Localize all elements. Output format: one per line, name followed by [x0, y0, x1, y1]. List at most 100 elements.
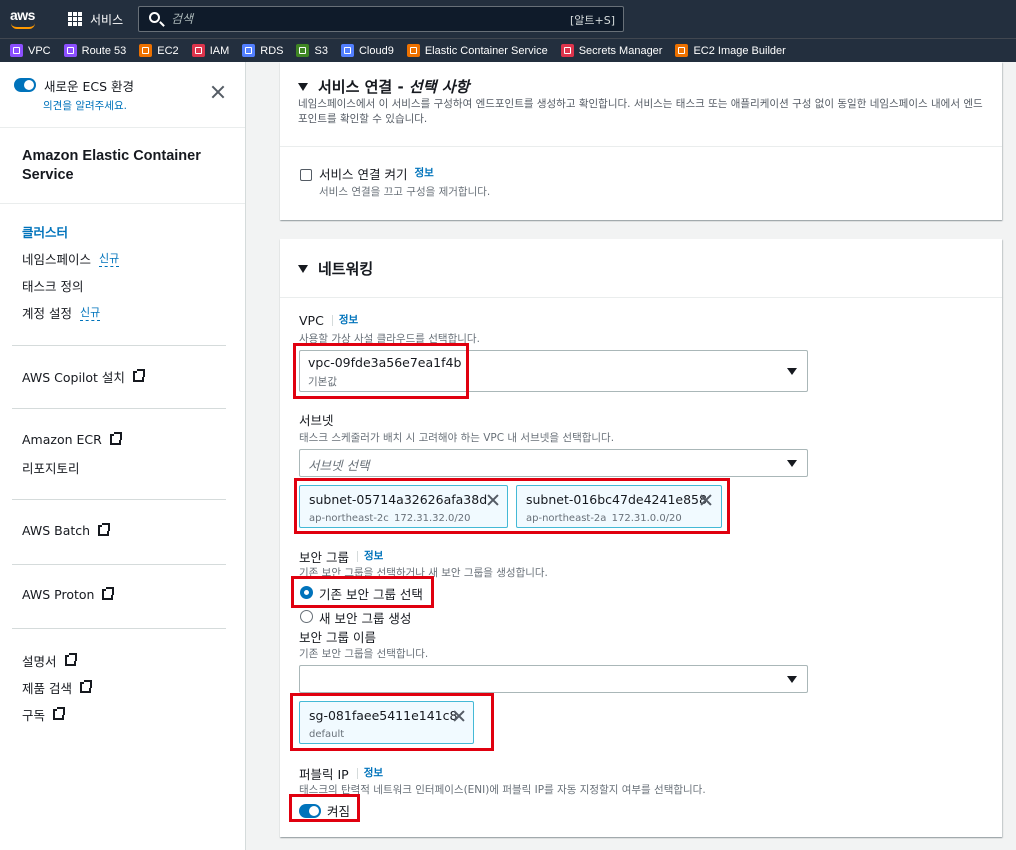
favorite-ecs[interactable]: Elastic Container Service	[406, 44, 548, 57]
new-security-group-label: 새 보안 그룹 생성	[319, 611, 412, 626]
favorite-vpc[interactable]: VPC	[10, 44, 51, 57]
aws-smile-icon	[11, 23, 35, 29]
panel-separator	[280, 146, 1002, 147]
external-link-icon	[64, 653, 77, 666]
sidebar-separator	[12, 408, 226, 409]
highlight-box	[293, 343, 469, 399]
sidebar-item-account-settings[interactable]: 계정 설정 신규	[22, 303, 101, 322]
search-box[interactable]: [알트+S]	[138, 6, 624, 32]
subnet-select[interactable]: 서브넷 선택	[299, 449, 808, 477]
favorite-route53[interactable]: Route 53	[63, 44, 126, 57]
service-connect-checkbox-desc: 서비스 연결을 끄고 구성을 제거합니다.	[319, 186, 491, 198]
info-link[interactable]: 정보	[356, 551, 383, 562]
external-link-icon	[109, 432, 122, 445]
new-badge: 신규	[99, 252, 120, 267]
public-ip-description: 태스크의 탄력적 네트워크 인터페이스(ENI)에 퍼블릭 IP를 자동 지정할…	[299, 784, 706, 796]
favorite-cloud9[interactable]: Cloud9	[340, 44, 394, 57]
new-badge: 신규	[79, 306, 101, 321]
services-label: 서비스	[90, 12, 124, 27]
security-group-select[interactable]	[299, 665, 808, 693]
sidebar-separator	[12, 499, 226, 500]
public-ip-label: 퍼블릭 IP 정보	[299, 767, 384, 782]
sidebar-separator	[12, 345, 226, 346]
highlight-box	[290, 693, 494, 751]
service-connect-checkbox-label: 서비스 연결 켜기 정보	[319, 167, 434, 182]
expand-caret-icon	[298, 264, 308, 273]
sidebar-separator	[12, 628, 226, 629]
sidebar-divider	[0, 127, 245, 128]
service-connect-checkbox[interactable]	[300, 169, 312, 181]
vpc-label: VPC 정보	[299, 313, 359, 328]
new-ecs-toggle[interactable]	[14, 78, 36, 92]
favorites-bar: VPC Route 53 EC2 IAM RDS S3 Cloud9 Elast…	[0, 38, 1016, 62]
search-icon	[149, 12, 160, 23]
chevron-down-icon	[787, 368, 797, 375]
security-group-name-description: 기존 보안 그룹을 선택합니다.	[299, 648, 429, 660]
grid-icon	[68, 12, 82, 26]
secrets-manager-icon	[560, 44, 574, 57]
subnet-label: 서브넷	[299, 413, 334, 428]
sidebar-separator	[12, 564, 226, 565]
favorite-secrets-manager[interactable]: Secrets Manager	[560, 44, 662, 57]
sidebar-divider	[0, 203, 245, 204]
highlight-box	[291, 576, 434, 608]
ec2-image-builder-icon	[675, 44, 689, 57]
ecs-icon	[406, 44, 420, 57]
ec2-icon	[139, 44, 153, 57]
route53-icon	[63, 44, 77, 57]
security-group-name-label: 보안 그룹 이름	[299, 630, 376, 645]
service-connect-header[interactable]: 서비스 연결 - 선택 사항	[298, 76, 469, 97]
sidebar-link-documentation[interactable]: 설명서	[22, 651, 77, 670]
cloud9-icon	[340, 44, 354, 57]
external-link-icon	[132, 369, 145, 382]
external-link-icon	[79, 680, 92, 693]
sidebar-item-task-definitions[interactable]: 태스크 정의	[22, 276, 83, 295]
close-icon[interactable]	[210, 84, 226, 100]
networking-panel: 네트워킹 VPC 정보 사용할 가상 사설 클라우드를 선택합니다. vpc-0…	[280, 239, 1002, 837]
sidebar-link-copilot[interactable]: AWS Copilot 설치	[22, 367, 145, 386]
service-connect-description: 네임스페이스에서 이 서비스를 구성하여 엔드포인트를 생성하고 확인합니다. …	[298, 98, 983, 125]
sidebar-item-namespaces[interactable]: 네임스페이스 신규	[22, 249, 120, 268]
security-group-label: 보안 그룹 정보	[299, 550, 384, 565]
rds-icon	[242, 44, 256, 57]
subnet-placeholder: 서브넷 선택	[308, 458, 370, 473]
sidebar-link-discover-products[interactable]: 제품 검색	[22, 678, 92, 697]
vpc-icon	[10, 44, 23, 57]
subnet-description: 태스크 스케줄러가 배치 시 고려해야 하는 VPC 내 서브넷을 선택합니다.	[299, 432, 615, 444]
expand-caret-icon	[298, 82, 308, 91]
new-ecs-label: 새로운 ECS 환경	[44, 79, 135, 94]
sidebar-title[interactable]: Amazon Elastic Container Service	[22, 147, 222, 185]
s3-icon	[296, 44, 310, 57]
favorite-ec2-image-builder[interactable]: EC2 Image Builder	[675, 44, 786, 57]
sidebar-link-repositories[interactable]: 리포지토리	[22, 458, 80, 477]
service-connect-panel: 서비스 연결 - 선택 사항 네임스페이스에서 이 서비스를 구성하여 엔드포인…	[280, 62, 1002, 220]
info-link[interactable]: 정보	[356, 768, 383, 779]
external-link-icon	[98, 523, 111, 536]
networking-header[interactable]: 네트워킹	[298, 258, 373, 279]
highlight-box	[289, 794, 360, 822]
services-menu-button[interactable]: 서비스	[68, 10, 123, 28]
favorite-iam[interactable]: IAM	[191, 44, 229, 57]
favorite-ec2[interactable]: EC2	[139, 44, 179, 57]
info-link[interactable]: 정보	[331, 315, 358, 326]
sidebar-link-batch[interactable]: AWS Batch	[22, 523, 111, 538]
favorite-s3[interactable]: S3	[296, 44, 328, 57]
panel-separator	[280, 297, 1002, 298]
iam-icon	[191, 44, 205, 57]
aws-logo[interactable]: aws	[8, 7, 40, 31]
external-link-icon	[53, 707, 66, 720]
favorite-rds[interactable]: RDS	[242, 44, 283, 57]
chevron-down-icon	[787, 676, 797, 683]
feedback-link[interactable]: 의견을 알려주세요.	[43, 98, 127, 113]
sidebar-link-proton[interactable]: AWS Proton	[22, 587, 115, 602]
external-link-icon	[102, 587, 115, 600]
sidebar-link-ecr[interactable]: Amazon ECR	[22, 432, 122, 447]
radio-new-security-group[interactable]	[300, 610, 313, 623]
sidebar: 새로운 ECS 환경 의견을 알려주세요. Amazon Elastic Con…	[0, 62, 246, 850]
info-link[interactable]: 정보	[414, 168, 433, 179]
search-shortcut-hint: [알트+S]	[569, 14, 615, 27]
highlight-box	[294, 478, 730, 534]
sidebar-item-clusters[interactable]: 클러스터	[22, 222, 68, 241]
search-input[interactable]	[171, 10, 551, 28]
sidebar-link-subscriptions[interactable]: 구독	[22, 705, 66, 724]
